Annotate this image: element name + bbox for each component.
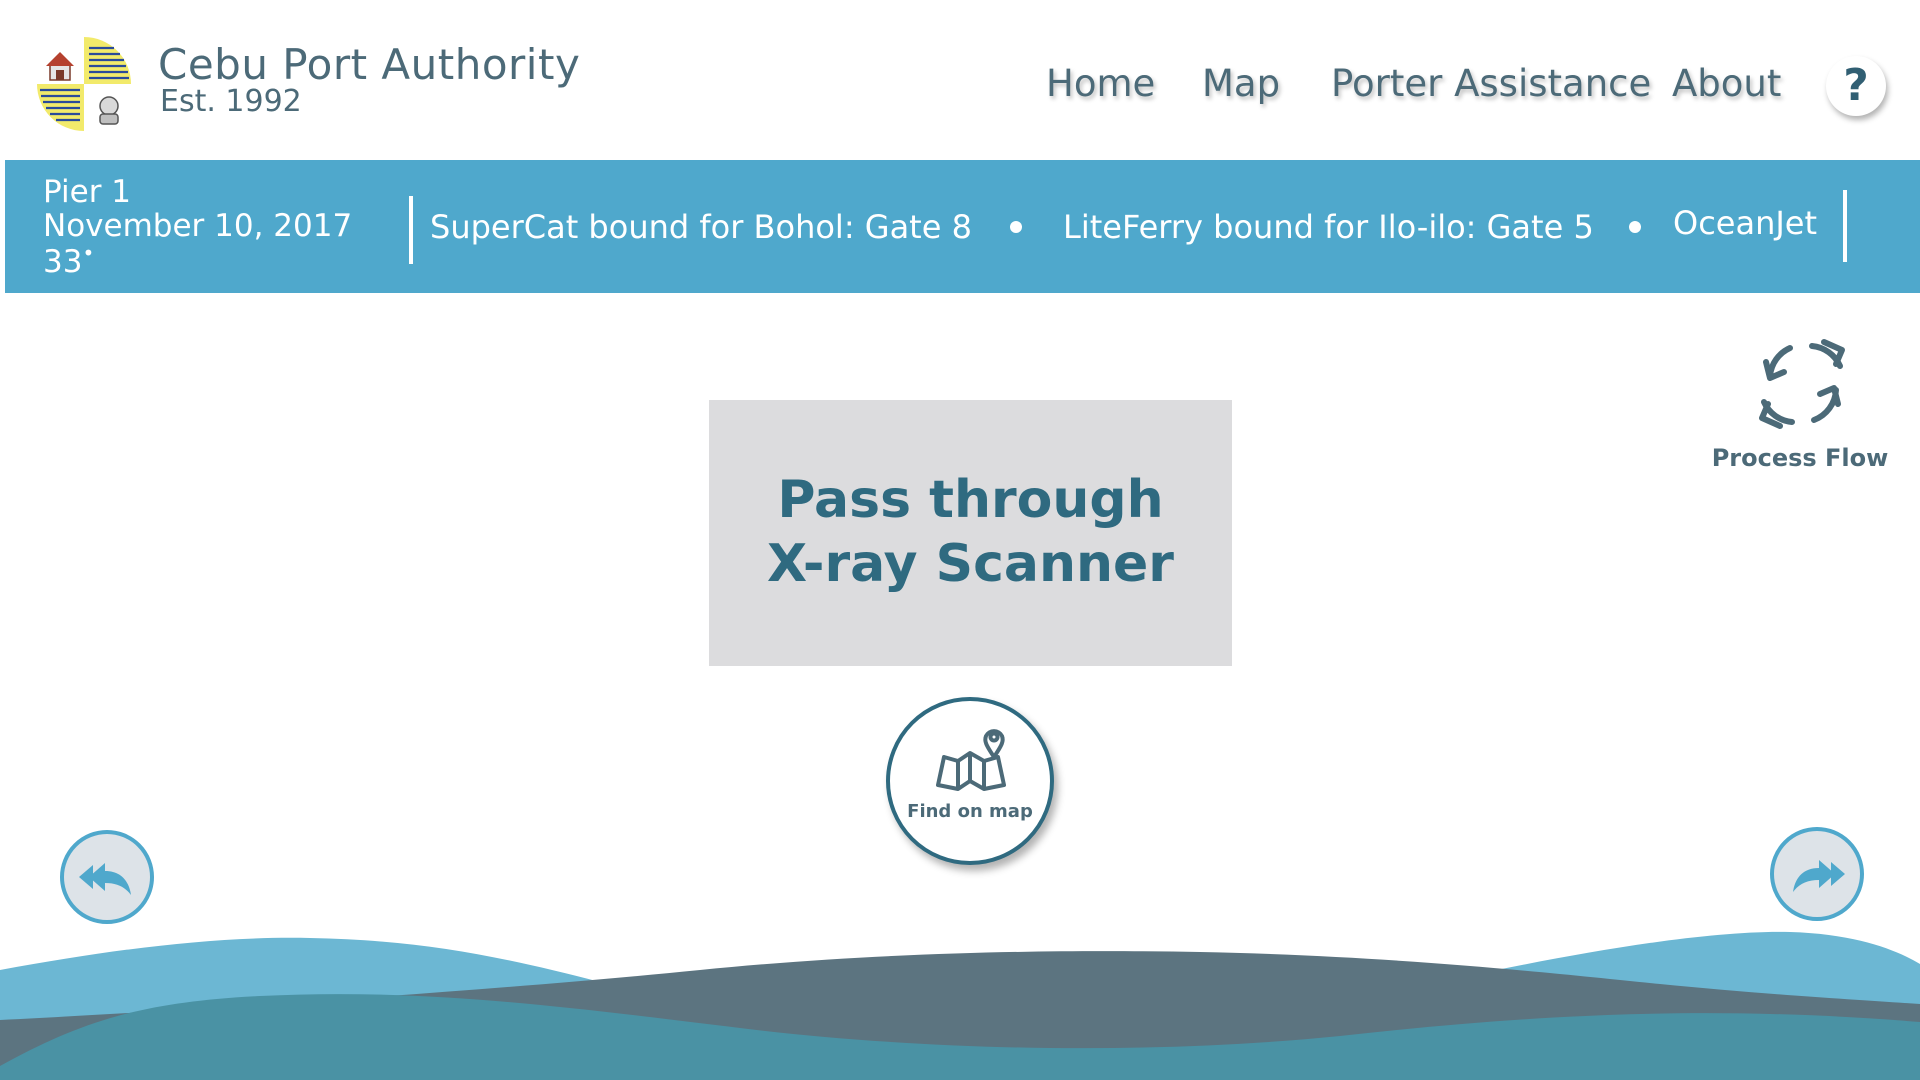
- find-on-map-button[interactable]: Find on map: [886, 697, 1054, 865]
- refresh-arrows-icon: [1759, 339, 1845, 429]
- info-bar: Pier 1 November 10, 2017 33• SuperCat bo…: [5, 160, 1920, 293]
- pier-label: Pier 1: [43, 174, 132, 210]
- temperature-label: 33•: [43, 241, 95, 280]
- brand-title: Cebu Port Authority: [158, 40, 581, 89]
- kiosk-page: Cebu Port Authority Est. 1992 Home Map P…: [0, 0, 1920, 1080]
- date-label: November 10, 2017: [43, 208, 353, 244]
- ticker-divider-right: [1843, 190, 1847, 262]
- nav-home[interactable]: Home: [1046, 62, 1155, 105]
- process-flow-label: Process Flow: [1711, 444, 1889, 472]
- map-pin-icon: [936, 729, 1006, 791]
- find-on-map-label: Find on map: [907, 801, 1033, 822]
- reply-all-icon: [79, 863, 131, 895]
- step-title-line-2: X-ray Scanner: [767, 534, 1174, 594]
- step-title-line-1: Pass through: [777, 470, 1164, 530]
- ticker-divider-left: [409, 196, 413, 264]
- ticker-item: LiteFerry bound for Ilo-ilo: Gate 5: [1063, 208, 1594, 246]
- help-button[interactable]: ?: [1826, 56, 1886, 116]
- step-title: Pass through X-ray Scanner: [709, 468, 1232, 596]
- help-icon: ?: [1843, 60, 1869, 111]
- ticker-item: SuperCat bound for Bohol: Gate 8: [430, 208, 972, 246]
- nav-map[interactable]: Map: [1202, 62, 1280, 105]
- step-card: Pass through X-ray Scanner: [709, 400, 1232, 666]
- temperature-value: 33: [43, 244, 83, 280]
- decorative-waves: [0, 931, 1920, 1080]
- ticker-bullet: [1010, 221, 1022, 233]
- process-flow-button[interactable]: Process Flow: [1710, 334, 1890, 474]
- forward-all-icon: [1793, 860, 1845, 892]
- nav-about[interactable]: About: [1672, 62, 1781, 105]
- degree-symbol: •: [82, 241, 95, 265]
- cebu-port-authority-logo: [37, 37, 131, 131]
- ticker-bullet: [1629, 221, 1641, 233]
- brand-established: Est. 1992: [160, 84, 302, 119]
- ticker-item: OceanJet: [1673, 204, 1818, 242]
- nav-porter-assistance[interactable]: Porter Assistance: [1331, 62, 1651, 105]
